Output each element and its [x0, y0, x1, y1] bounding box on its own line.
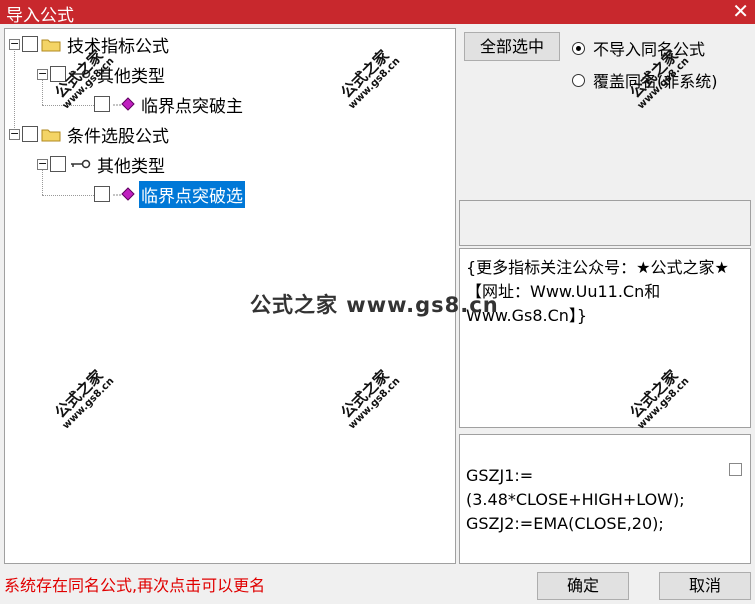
status-message: 系统存在同名公式,再次点击可以更名 — [4, 576, 266, 595]
tree-node-stock-selection[interactable]: − 条件选股公式 — [9, 121, 171, 147]
gem-icon — [113, 187, 135, 201]
window-title: 导入公式 — [6, 6, 74, 26]
collapse-icon[interactable]: − — [9, 128, 20, 140]
formula-code: GSZJ1:=(3.48*CLOSE+HIGH+LOW); GSZJ2:=EMA… — [466, 464, 726, 536]
tree-node-label: 条件选股公式 — [67, 126, 169, 147]
code-panel-checkbox[interactable] — [729, 463, 742, 476]
node-checkbox[interactable] — [50, 156, 66, 172]
description-text: {更多指标关注公众号：★公式之家★【网址：Www.Uu11.Cn和Www.Gs8… — [466, 258, 729, 325]
gem-icon — [113, 97, 135, 111]
node-checkbox[interactable] — [22, 126, 38, 142]
title-bar: 导入公式 ✕ — [0, 0, 755, 26]
node-checkbox[interactable] — [94, 96, 110, 112]
collapse-icon[interactable]: − — [37, 68, 48, 80]
tree-node-label-selected: 临界点突破选 — [139, 180, 245, 208]
tree-node-label: 其他类型 — [97, 156, 165, 177]
close-icon[interactable]: ✕ — [732, 0, 749, 22]
node-checkbox[interactable] — [22, 36, 38, 52]
collapse-icon[interactable]: − — [9, 38, 20, 50]
folder-icon — [41, 129, 61, 141]
cancel-button[interactable]: 取消 — [659, 572, 751, 600]
code-line: GSZJ1:=(3.48*CLOSE+HIGH+LOW); — [466, 466, 685, 509]
name-field[interactable] — [459, 200, 751, 246]
radio-label: 不导入同名公式 — [593, 40, 706, 59]
select-all-button[interactable]: 全部选中 — [464, 32, 560, 61]
node-checkbox[interactable] — [94, 186, 110, 202]
center-watermark: 公式之家 www.gs8.cn — [250, 293, 499, 317]
tree-node-label: 技术指标公式 — [67, 36, 169, 57]
radio-unchecked-icon[interactable] — [572, 73, 585, 87]
code-line: GSZJ2:=EMA(CLOSE,20); — [466, 514, 664, 533]
collapse-icon[interactable]: − — [37, 158, 48, 170]
key-icon — [71, 159, 91, 169]
tree-node-formula[interactable]: 临界点突破选 — [94, 180, 245, 208]
ok-button[interactable]: 确定 — [537, 572, 629, 600]
tree-node-other-type[interactable]: − 其他类型 — [37, 151, 167, 177]
folder-icon — [41, 39, 61, 51]
tree-node-formula[interactable]: 临界点突破主 — [94, 91, 245, 117]
tree-line — [42, 195, 98, 196]
radio-checked-icon[interactable] — [572, 41, 585, 55]
tree-node-label: 临界点突破主 — [141, 96, 243, 117]
